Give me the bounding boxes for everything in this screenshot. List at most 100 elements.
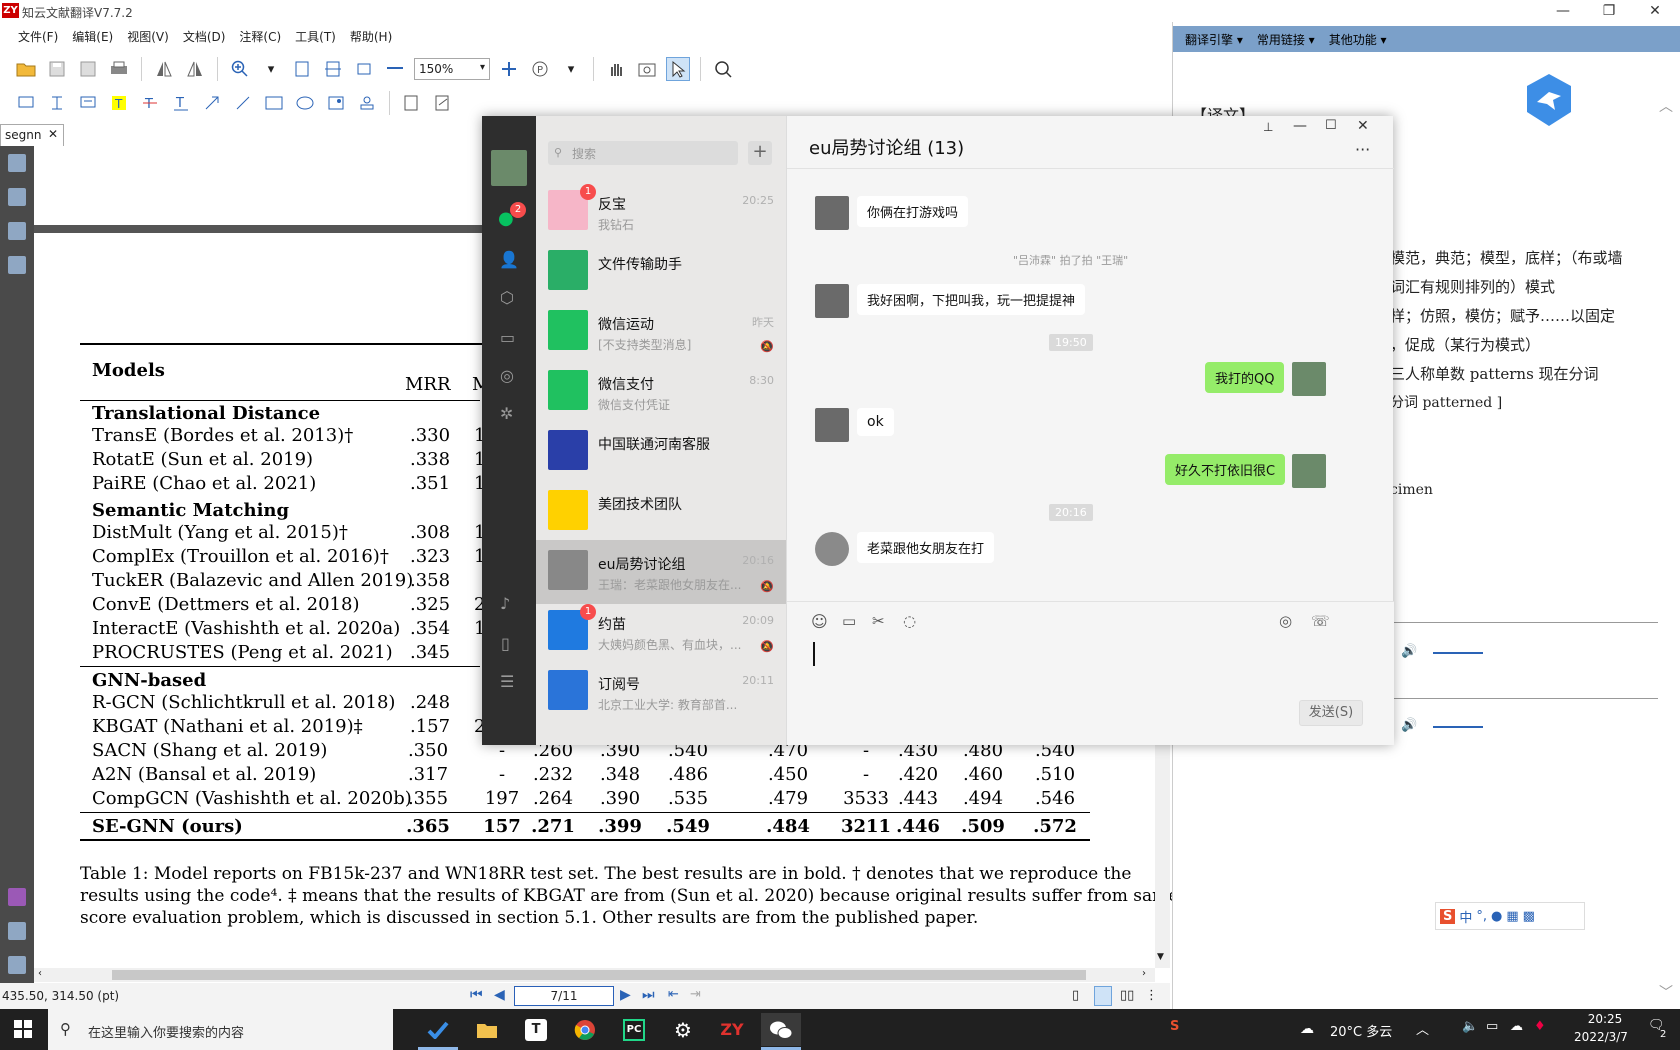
wechat-app-icon[interactable] [761, 1013, 801, 1046]
message-bubble[interactable]: 老菜跟他女朋友在打 [857, 532, 995, 563]
zhiyun-app-icon[interactable]: ZY [712, 1013, 752, 1046]
member-avatar[interactable] [815, 408, 849, 442]
pin-icon[interactable]: ⊥ [1263, 120, 1273, 134]
note-icon[interactable] [14, 91, 38, 115]
text-cursor-icon[interactable] [45, 91, 69, 115]
menu-edit[interactable]: 编辑(E) [72, 24, 121, 46]
file-icon[interactable]: ▭ [842, 612, 856, 630]
security-icon[interactable]: ♦ [1534, 1019, 1546, 1034]
fit-width-icon[interactable] [321, 57, 345, 81]
other-functions-menu[interactable]: 其他功能 ▾ [1329, 31, 1387, 48]
zoom-select[interactable]: 150% [414, 58, 490, 80]
ime-toolbar[interactable]: S 中 °, ● ▦ ▩ [1435, 902, 1585, 930]
minimize-button[interactable]: — [1540, 0, 1586, 22]
page-number-input[interactable]: 7/11 [514, 986, 614, 1006]
translation-engine-menu[interactable]: 翻译引擎 ▾ [1185, 31, 1243, 48]
ime-punct-icon[interactable]: °, [1476, 909, 1487, 924]
menu-document[interactable]: 文档(D) [183, 24, 234, 46]
actual-size-icon[interactable] [352, 57, 376, 81]
zoom-out-icon[interactable] [383, 57, 407, 81]
speaker-icon[interactable]: 🔊 [1401, 718, 1417, 733]
save-icon[interactable] [45, 57, 69, 81]
my-message-bubble[interactable]: 好久不打依旧很C [1165, 454, 1286, 485]
conversation-item[interactable]: 微信运动 [不支持类型消息] 昨天 🔕 [536, 300, 786, 364]
search-input[interactable]: 搜索 [548, 141, 738, 165]
arrow-icon[interactable] [200, 91, 224, 115]
line-icon[interactable] [231, 91, 255, 115]
search-doc-icon[interactable] [711, 57, 735, 81]
chat-history-icon[interactable]: ◌ [903, 612, 916, 630]
message-bubble[interactable]: 你俩在打游戏吗 [857, 196, 969, 227]
flip-right-icon[interactable] [183, 57, 207, 81]
pages-icon[interactable] [8, 188, 26, 206]
ime-mic-icon[interactable]: ● [1491, 909, 1502, 924]
settings-menu-icon[interactable]: ☰ [500, 672, 514, 691]
file-explorer-icon[interactable] [467, 1013, 507, 1046]
ime-keyboard-icon[interactable]: ▦ [1506, 909, 1518, 924]
comment-panel-icon[interactable] [8, 956, 26, 974]
more-icon[interactable]: ··· [1355, 140, 1370, 159]
member-avatar[interactable] [815, 532, 849, 566]
chrome-icon[interactable] [565, 1013, 605, 1046]
conversation-item[interactable]: 美团技术团队 [536, 480, 786, 544]
message-bubble[interactable]: 我好困啊，下把叫我，玩一把提提神 [857, 284, 1086, 315]
my-avatar[interactable] [491, 150, 527, 186]
clock-time[interactable]: 20:25 [1575, 1012, 1635, 1026]
message-bubble[interactable]: ok [857, 408, 894, 436]
hand-tool-icon[interactable] [604, 57, 628, 81]
menu-help[interactable]: 帮助(H) [350, 24, 400, 46]
pycharm-icon[interactable]: PC [614, 1013, 654, 1046]
weather-text[interactable]: 20°C 多云 [1330, 1021, 1392, 1040]
music-icon[interactable]: ♪ [500, 594, 510, 613]
search-panel-icon[interactable] [8, 256, 26, 274]
print-icon[interactable] [107, 57, 131, 81]
menu-comment[interactable]: 注释(C) [239, 24, 289, 46]
add-icon[interactable] [497, 57, 521, 81]
text-box-icon[interactable] [76, 91, 100, 115]
live-icon[interactable]: ◎ [1279, 612, 1292, 630]
scroll-right-icon[interactable]: › [1142, 968, 1146, 979]
fit-page-icon[interactable] [290, 57, 314, 81]
page-nav-icon[interactable]: P [528, 57, 552, 81]
flip-left-icon[interactable] [152, 57, 176, 81]
wc-maximize-icon[interactable]: ☐ [1325, 118, 1337, 133]
menu-view[interactable]: 视图(V) [127, 24, 177, 46]
menu-file[interactable]: 文件(F) [18, 24, 66, 46]
wc-minimize-icon[interactable]: — [1293, 118, 1307, 134]
volume-slider[interactable] [1433, 726, 1483, 728]
zoom-dropdown-icon[interactable]: ▾ [259, 57, 283, 81]
sign-doc-icon[interactable] [431, 91, 455, 115]
horizontal-scrollbar[interactable]: ‹ › [34, 968, 1155, 982]
clock-date[interactable]: 2022/3/7 [1565, 1030, 1637, 1044]
moments-icon[interactable]: ◎ [500, 366, 514, 385]
volume-slider[interactable] [1433, 652, 1483, 654]
strikethrough-icon[interactable]: T [138, 91, 162, 115]
conversation-item[interactable]: 微信支付 微信支付凭证 8:30 [536, 360, 786, 424]
rectangle-icon[interactable] [262, 91, 286, 115]
settings-gear-icon[interactable]: ⚙ [663, 1013, 703, 1046]
conversation-item[interactable]: 文件传输助手 [536, 240, 786, 304]
ellipse-icon[interactable] [293, 91, 317, 115]
voice-call-icon[interactable]: ☏ [1311, 612, 1330, 630]
conversation-item[interactable]: eu局势讨论组 王瑞：老菜跟他女朋友在... 20:16 🔕 [536, 540, 786, 604]
snapshot-icon[interactable] [635, 57, 659, 81]
my-message-bubble[interactable]: 我打的QQ [1205, 362, 1285, 393]
favorites-icon[interactable]: ⬡ [500, 288, 514, 307]
member-avatar[interactable] [815, 196, 849, 230]
close-tab-icon[interactable]: ✕ [48, 127, 58, 141]
stamp-icon[interactable] [355, 91, 379, 115]
message-input-area[interactable]: ☺ ▭ ✂ ◌ ◎ ☏ 发送(S) [787, 601, 1394, 745]
page-nav-dropdown-icon[interactable]: ▾ [559, 57, 583, 81]
add-chat-button[interactable]: + [748, 141, 772, 165]
member-avatar[interactable] [815, 284, 849, 318]
phone-icon[interactable]: ▯ [501, 634, 510, 653]
underline-icon[interactable]: T [169, 91, 193, 115]
tray-overflow-icon[interactable]: ︿ [1416, 1019, 1429, 1038]
conversation-item[interactable]: 约苗 大姨妈颜色黑、有血块，... 20:09 1 🔕 [536, 600, 786, 664]
contacts-icon[interactable]: 👤 [499, 250, 519, 269]
select-tool-icon[interactable] [666, 57, 690, 81]
zoom-in-icon[interactable] [228, 57, 252, 81]
ime-mode-icon[interactable]: 中 [1459, 907, 1472, 926]
single-page-icon[interactable]: ▯ [1072, 988, 1079, 1003]
menu-tools[interactable]: 工具(T) [295, 24, 344, 46]
